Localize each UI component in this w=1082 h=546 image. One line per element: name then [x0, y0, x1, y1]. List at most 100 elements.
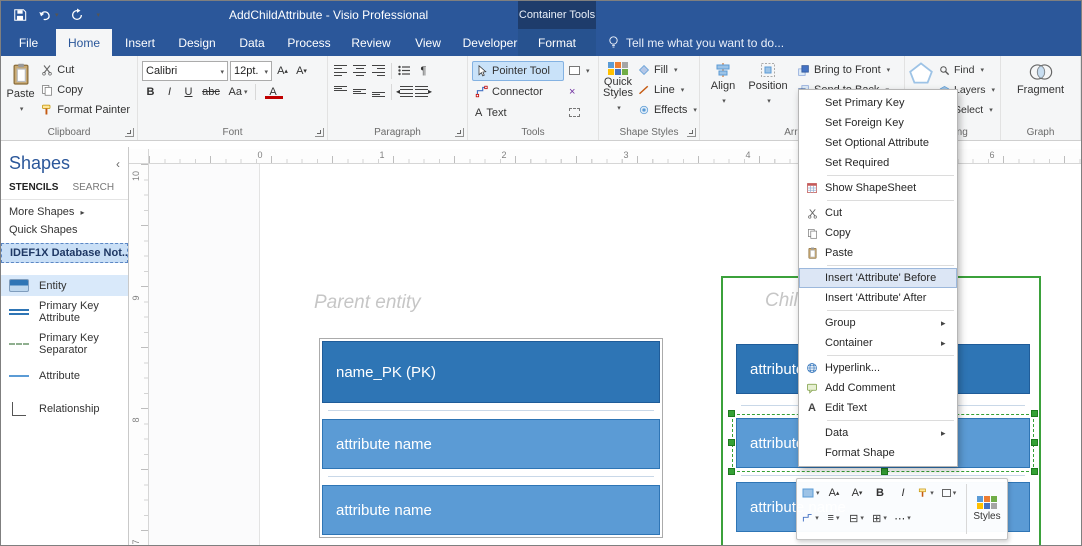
align-center-button[interactable] [351, 62, 368, 80]
shrink-font-button[interactable]: A ▾ [847, 482, 868, 504]
align-right-button[interactable] [370, 62, 387, 80]
selection-handle[interactable] [728, 468, 735, 475]
text-direction-button[interactable]: ¶ [415, 62, 432, 80]
font-color-button[interactable]: A [260, 83, 286, 101]
save-button[interactable] [13, 8, 27, 22]
menu-item-insert-attribute-before[interactable]: Insert 'Attribute' Before [799, 268, 957, 288]
italic-button[interactable]: I [161, 83, 178, 101]
align-middle-button[interactable] [351, 83, 368, 101]
menu-item-data[interactable]: Data [799, 423, 957, 443]
parent-entity-shape[interactable]: name_PK (PK) attribute name attribute na… [319, 338, 663, 538]
change-case-button[interactable]: Aa [225, 83, 251, 101]
more-shapes-button[interactable]: More Shapes ▸ [1, 200, 128, 218]
master-attribute[interactable]: Attribute [1, 366, 128, 386]
collapse-panel-button[interactable]: ‹ [116, 157, 120, 171]
menu-item-set-primary-key[interactable]: Set Primary Key [799, 93, 957, 113]
rectangle-tool-dropdown[interactable] [566, 61, 593, 81]
menu-item-insert-attribute-after[interactable]: Insert 'Attribute' After [799, 288, 957, 308]
fragment-button[interactable]: Fragment [1015, 60, 1067, 124]
master-primary-key-separator[interactable]: Primary Key Separator [1, 328, 128, 360]
copy-button[interactable]: Copy [38, 80, 133, 100]
parent-attribute-row[interactable]: attribute name [322, 485, 660, 535]
paste-button[interactable]: Paste [5, 60, 36, 124]
selection-handle[interactable] [1031, 468, 1038, 475]
text-tool-button[interactable]: A Text [472, 103, 564, 123]
menu-item-paste[interactable]: Paste [799, 243, 957, 263]
position-button[interactable]: Position [745, 60, 791, 124]
fill-button[interactable]: Fill [635, 60, 700, 80]
align-left-button[interactable] [332, 62, 349, 80]
tell-me-box[interactable]: Tell me what you want to do... [607, 29, 784, 56]
menu-item-copy[interactable]: Copy [799, 223, 957, 243]
tab-data[interactable]: Data [226, 29, 278, 56]
bold-button[interactable]: B [870, 482, 891, 504]
menu-item-group[interactable]: Group [799, 313, 957, 333]
find-button[interactable]: Find [936, 60, 998, 80]
tab-format[interactable]: Format [518, 29, 596, 56]
customize-quick-access-button[interactable] [95, 11, 101, 19]
position-button[interactable]: ⊞ [869, 507, 890, 529]
menu-item-set-foreign-key[interactable]: Set Foreign Key [799, 113, 957, 133]
line-button[interactable]: Line [635, 80, 700, 100]
menu-item-set-required[interactable]: Set Required [799, 153, 957, 173]
connector-style-button[interactable] [800, 507, 821, 529]
tab-file[interactable]: File [1, 29, 56, 56]
parent-pk-row[interactable]: name_PK (PK) [322, 341, 660, 403]
paragraph-dialog-launcher[interactable] [455, 128, 464, 137]
underline-button[interactable]: U [180, 83, 197, 101]
align-top-button[interactable] [332, 83, 349, 101]
bold-button[interactable]: B [142, 83, 159, 101]
grow-font-button[interactable]: A ▴ [824, 482, 845, 504]
connector-tool-button[interactable]: Connector [472, 82, 564, 102]
undo-button[interactable] [38, 8, 59, 22]
increase-indent-button[interactable]: ▸ [415, 83, 432, 101]
selection-handle[interactable] [728, 410, 735, 417]
font-size-select[interactable]: 12pt. [230, 60, 272, 81]
parent-attribute-row[interactable]: attribute name [322, 419, 660, 469]
connection-point-tool-button[interactable]: × [566, 82, 578, 102]
tab-review[interactable]: Review [340, 29, 402, 56]
tab-home[interactable]: Home [56, 29, 112, 56]
font-dialog-launcher[interactable] [315, 128, 324, 137]
quick-styles-button[interactable]: Quick Styles [603, 60, 633, 124]
shape-fill-button[interactable] [800, 482, 822, 504]
master-entity[interactable]: Entity [1, 275, 128, 296]
redo-button[interactable] [70, 8, 84, 22]
active-stencil[interactable]: IDEF1X Database Not... [1, 243, 128, 263]
italic-button[interactable]: I [893, 482, 914, 504]
clipboard-dialog-launcher[interactable] [125, 128, 134, 137]
menu-item-cut[interactable]: Cut [799, 203, 957, 223]
master-relationship[interactable]: Relationship [1, 398, 128, 420]
format-painter-button[interactable] [916, 482, 937, 504]
bullets-button[interactable] [396, 62, 413, 80]
more-options-button[interactable]: ⋯ [892, 507, 913, 529]
bring-to-front-button[interactable]: Bring to Front [794, 60, 893, 80]
selection-handle[interactable] [1031, 439, 1038, 446]
quick-shapes-button[interactable]: Quick Shapes [1, 218, 128, 236]
effects-button[interactable]: Effects [635, 100, 700, 120]
cut-button[interactable]: Cut [38, 60, 133, 80]
tab-developer[interactable]: Developer [454, 29, 526, 56]
bullets-button[interactable]: ≡ [823, 507, 844, 529]
grow-font-button[interactable]: A ▴ [274, 62, 291, 80]
format-painter-button[interactable]: Format Painter [38, 100, 133, 120]
undo-dropdown-arrow-icon[interactable] [53, 11, 59, 19]
master-primary-key-attribute[interactable]: Primary Key Attribute [1, 296, 128, 328]
shrink-font-button[interactable]: A ▾ [293, 62, 310, 80]
selection-handle[interactable] [728, 439, 735, 446]
strikethrough-button[interactable]: abc [199, 83, 223, 101]
shape-styles-dialog-launcher[interactable] [687, 128, 696, 137]
align-button[interactable]: Align [704, 60, 742, 124]
tab-view[interactable]: View [402, 29, 454, 56]
tab-insert[interactable]: Insert [112, 29, 168, 56]
menu-item-format-shape[interactable]: Format Shape [799, 443, 957, 463]
menu-item-add-comment[interactable]: Add Comment [799, 378, 957, 398]
text-block-tool-button[interactable] [566, 103, 583, 123]
parent-entity-title[interactable]: Parent entity [314, 292, 421, 314]
styles-button[interactable]: Styles [970, 482, 1004, 536]
pointer-tool-button[interactable]: Pointer Tool [472, 60, 564, 81]
decrease-indent-button[interactable]: ◂ [396, 83, 413, 101]
font-family-select[interactable]: Calibri [142, 60, 228, 81]
tab-process[interactable]: Process [278, 29, 340, 56]
shape-outline-button[interactable] [939, 482, 960, 504]
